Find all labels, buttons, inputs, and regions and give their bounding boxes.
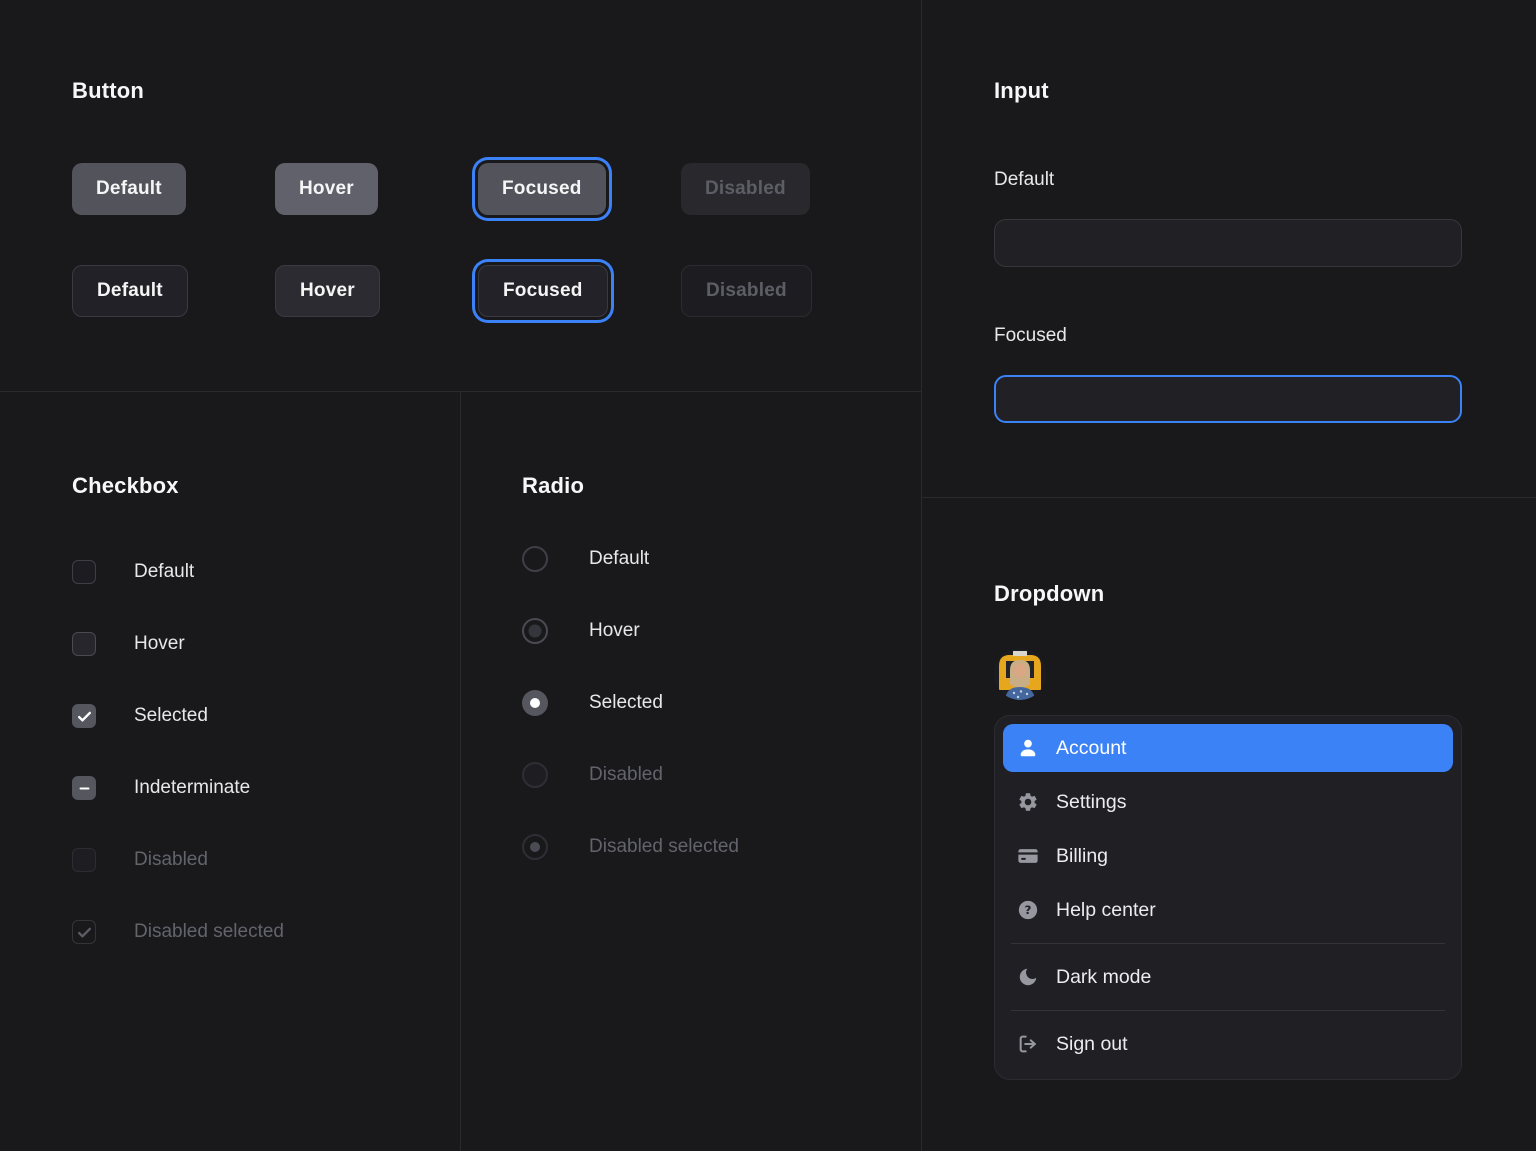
input-fields: Default Focused	[994, 168, 1536, 423]
radio-list: Default Hover Selected Disabled Disabled sel…	[522, 546, 921, 860]
menu-divider	[1011, 943, 1445, 944]
menu-item-sign-out[interactable]: Sign out	[1003, 1017, 1453, 1071]
radio-section-title: Radio	[522, 473, 921, 499]
checkbox-label: Indeterminate	[134, 777, 250, 799]
user-avatar-image	[994, 648, 1046, 700]
checkbox-disabled	[72, 848, 96, 872]
menu-item-label: Billing	[1056, 845, 1108, 868]
checkbox-indeterminate[interactable]	[72, 776, 96, 800]
radio-label: Selected	[589, 692, 663, 714]
menu-item-account[interactable]: Account	[1003, 724, 1453, 772]
radio-row-hover: Hover	[522, 618, 921, 644]
text-input-default[interactable]	[994, 219, 1462, 267]
moon-icon	[1017, 966, 1039, 988]
checkbox-row-default: Default	[72, 560, 460, 584]
component-gallery: Button DefaultHoverFocusedDisabledDefaul…	[0, 0, 1536, 1151]
checkbox-disabled-selected	[72, 920, 96, 944]
radio-disabled-selected	[522, 834, 548, 860]
input-field-label: Focused	[994, 324, 1536, 348]
button-ghost-disabled: Disabled	[681, 265, 812, 317]
dropdown-section-title: Dropdown	[994, 581, 1536, 607]
button-section-title: Button	[72, 78, 921, 104]
checkbox-section: Checkbox Default Hover Selected Indetermina…	[0, 391, 460, 1151]
button-solid-focused[interactable]: Focused	[478, 163, 606, 215]
radio-row-selected: Selected	[522, 690, 921, 716]
input-section-title: Input	[994, 78, 1536, 104]
radio-label: Hover	[589, 620, 640, 642]
button-solid-default[interactable]: Default	[72, 163, 186, 215]
text-input-focused[interactable]	[994, 375, 1462, 423]
button-ghost-focused[interactable]: Focused	[478, 265, 608, 317]
button-solid-hover[interactable]: Hover	[275, 163, 378, 215]
checkbox-hover[interactable]	[72, 632, 96, 656]
help-circle-icon: ?	[1017, 899, 1039, 921]
menu-item-billing[interactable]: Billing	[1003, 829, 1453, 883]
menu-item-help-center[interactable]: ? Help center	[1003, 883, 1453, 937]
dropdown-section: Dropdown Account Settings Billing? Help cen…	[921, 497, 1536, 1151]
input-field-label: Default	[994, 168, 1536, 192]
input-section: Input Default Focused	[921, 0, 1536, 497]
button-row-ghost: Default Hover Focused Disabled	[72, 265, 921, 317]
radio-row-disabled: Disabled	[522, 762, 921, 788]
radio-section: Radio Default Hover Selected Disabled Disabl…	[460, 391, 921, 1151]
sign-out-icon	[1017, 1033, 1039, 1055]
radio-row-disabled-selected: Disabled selected	[522, 834, 921, 860]
radio-selected[interactable]	[522, 690, 548, 716]
button-ghost-default[interactable]: Default	[72, 265, 188, 317]
gear-icon	[1017, 791, 1039, 813]
checkbox-list: Default Hover Selected Indeterminate Disable…	[72, 560, 460, 944]
checkbox-selected[interactable]	[72, 704, 96, 728]
checkbox-row-selected: Selected	[72, 704, 460, 728]
menu-item-label: Help center	[1056, 899, 1156, 922]
checkbox-row-indeterminate: Indeterminate	[72, 776, 460, 800]
input-field-default: Default	[994, 168, 1536, 267]
user-avatar[interactable]	[994, 648, 1046, 700]
checkbox-section-title: Checkbox	[72, 473, 460, 499]
checkbox-default[interactable]	[72, 560, 96, 584]
menu-item-label: Account	[1056, 737, 1126, 760]
button-rows: Default Hover Focused Disabled Default Hover F…	[72, 163, 921, 317]
user-icon	[1017, 737, 1039, 759]
button-row-solid: Default Hover Focused Disabled	[72, 163, 921, 215]
checkbox-label: Default	[134, 561, 194, 583]
svg-text:?: ?	[1025, 903, 1032, 917]
button-solid-disabled: Disabled	[681, 163, 810, 215]
menu-divider	[1011, 1010, 1445, 1011]
radio-default[interactable]	[522, 546, 548, 572]
credit-card-icon	[1017, 845, 1039, 867]
checkbox-row-disabled-selected: Disabled selected	[72, 920, 460, 944]
menu-item-label: Settings	[1056, 791, 1126, 814]
radio-row-default: Default	[522, 546, 921, 572]
radio-hover[interactable]	[522, 618, 548, 644]
checkbox-row-disabled: Disabled	[72, 848, 460, 872]
menu-item-dark-mode[interactable]: Dark mode	[1003, 950, 1453, 1004]
radio-label: Default	[589, 548, 649, 570]
input-field-focused: Focused	[994, 324, 1536, 423]
button-section: Button DefaultHoverFocusedDisabledDefaul…	[0, 0, 921, 391]
checkbox-label: Disabled	[134, 849, 208, 871]
checkbox-label: Selected	[134, 705, 208, 727]
checkbox-row-hover: Hover	[72, 632, 460, 656]
menu-item-label: Dark mode	[1056, 966, 1151, 989]
checkbox-label: Disabled selected	[134, 921, 284, 943]
radio-disabled	[522, 762, 548, 788]
menu-item-label: Sign out	[1056, 1033, 1128, 1056]
dropdown-menu: Account Settings Billing? Help center Dark m…	[994, 715, 1462, 1080]
checkbox-label: Hover	[134, 633, 185, 655]
button-ghost-hover[interactable]: Hover	[275, 265, 380, 317]
menu-item-settings[interactable]: Settings	[1003, 775, 1453, 829]
radio-label: Disabled	[589, 764, 663, 786]
radio-label: Disabled selected	[589, 836, 739, 858]
